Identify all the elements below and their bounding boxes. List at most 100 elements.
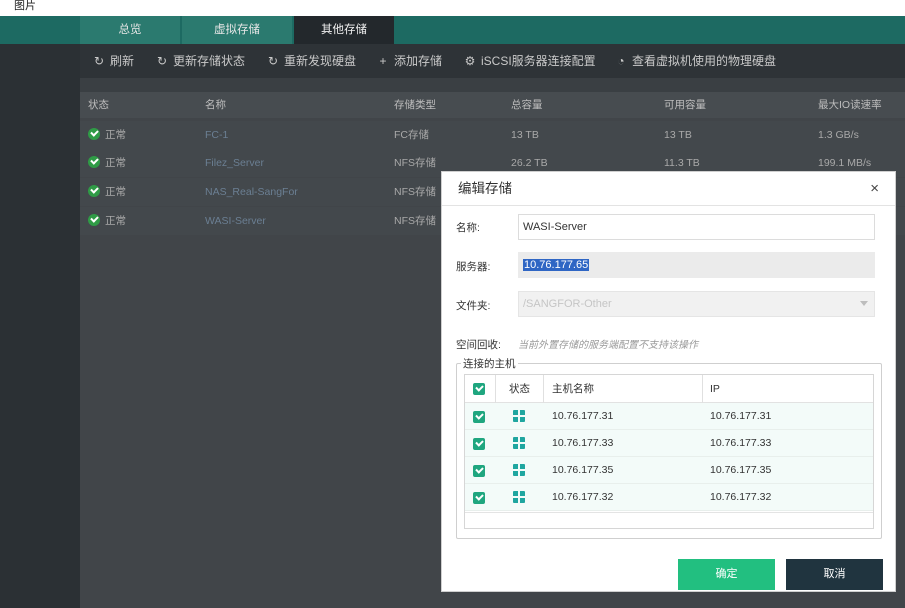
gear-icon: ⚙ — [464, 54, 476, 68]
host-ip: 10.76.177.35 — [710, 464, 772, 476]
confirm-button[interactable]: 确定 — [678, 559, 775, 590]
host-name: 10.76.177.31 — [552, 410, 614, 422]
status-text: 正常 — [105, 157, 126, 169]
host-ip: 10.76.177.33 — [710, 437, 772, 449]
tab-virtual-storage[interactable]: 虚拟存储 — [182, 16, 292, 44]
refresh-button[interactable]: ↻ 刷新 — [92, 44, 134, 78]
toolbar: ↻ 刷新 ↻ 更新存储状态 ↻ 重新发现硬盘 + 添加存储 ⚙ iSCSI服务器连接配置 … — [80, 44, 905, 78]
rediscover-disks-button[interactable]: ↻ 重新发现硬盘 — [266, 44, 356, 78]
storage-grid-header: 状态 名称 存储类型 总容量 可用容量 最大IO读速率 — [80, 92, 905, 118]
server-label: 服务器: — [456, 261, 491, 273]
view-physical-disks-label: 查看虚拟机使用的物理硬盘 — [632, 54, 777, 68]
hosts-table: 状态 主机名称 IP 10.76.177.31 10.76.177.31 10.… — [464, 374, 874, 529]
edit-storage-dialog: 编辑存储 × 名称: 服务器: 10.76.177.65 文件夹: /SANGF… — [441, 171, 896, 592]
col-available[interactable]: 可用容量 — [664, 92, 706, 118]
host-name: 10.76.177.33 — [552, 437, 614, 449]
host-ip: 10.76.177.31 — [710, 410, 772, 422]
column-divider — [702, 375, 703, 403]
select-all-checkbox[interactable] — [473, 383, 485, 395]
host-checkbox[interactable] — [473, 411, 485, 423]
name-cell[interactable]: NAS_Real-SangFor — [205, 178, 298, 206]
tab-strip: 总览 虚拟存储 其他存储 — [0, 16, 905, 44]
server-value: 10.76.177.65 — [523, 259, 590, 271]
name-cell[interactable]: FC-1 — [205, 121, 228, 149]
dialog-title: 编辑存储 — [458, 181, 512, 196]
col-total[interactable]: 总容量 — [511, 92, 543, 118]
cancel-button[interactable]: 取消 — [786, 559, 883, 590]
col-max-io[interactable]: 最大IO读速率 — [818, 92, 882, 118]
tab-other-storage[interactable]: 其他存储 — [294, 16, 394, 44]
add-storage-label: 添加存储 — [394, 54, 443, 68]
host-row[interactable]: 10.76.177.33 10.76.177.33 — [465, 430, 873, 457]
col-name[interactable]: 名称 — [205, 92, 226, 118]
horizontal-scrollbar[interactable] — [465, 512, 873, 528]
tab-overview[interactable]: 总览 — [80, 16, 180, 44]
type-cell: NFS存储 — [394, 215, 436, 227]
host-row[interactable]: 10.76.177.35 10.76.177.35 — [465, 457, 873, 484]
close-icon[interactable]: × — [870, 172, 879, 206]
chevron-down-icon — [860, 301, 868, 306]
refresh-icon: ↻ — [267, 54, 279, 68]
name-input[interactable] — [518, 214, 875, 240]
column-divider — [543, 375, 544, 403]
rediscover-disks-label: 重新发现硬盘 — [284, 54, 357, 68]
reclaim-hint: 当前外置存储的服务端配置不支持该操作 — [518, 340, 698, 351]
name-cell[interactable]: WASI-Server — [205, 207, 266, 235]
folder-value: /SANGFOR-Other — [523, 298, 612, 310]
dialog-header: 编辑存储 × — [442, 172, 895, 206]
type-cell: NFS存储 — [394, 157, 436, 169]
add-storage-button[interactable]: + 添加存储 — [376, 44, 442, 78]
name-cell[interactable]: Filez_Server — [205, 149, 264, 177]
host-checkbox[interactable] — [473, 492, 485, 504]
refresh-icon: ↻ — [93, 54, 105, 68]
host-server-icon — [513, 491, 525, 503]
folder-select[interactable]: /SANGFOR-Other — [518, 291, 875, 317]
host-name: 10.76.177.35 — [552, 464, 614, 476]
table-row[interactable]: 正常 FC-1 FC存储 13 TB 13 TB 1.3 GB/s — [80, 121, 905, 149]
status-cell: 正常 — [88, 178, 126, 206]
host-name: 10.76.177.32 — [552, 491, 614, 503]
status-text: 正常 — [105, 129, 126, 141]
host-row[interactable]: 10.76.177.32 10.76.177.32 — [465, 484, 873, 511]
status-text: 正常 — [105, 215, 126, 227]
status-cell: 正常 — [88, 149, 126, 177]
iscsi-config-label: iSCSI服务器连接配置 — [481, 54, 596, 68]
type-cell: FC存储 — [394, 129, 429, 141]
status-cell: 正常 — [88, 121, 126, 149]
col-host-ip: IP — [710, 383, 720, 395]
refresh-label: 刷新 — [110, 54, 135, 68]
window-caption-bar: 图片 — [0, 0, 905, 16]
type-cell: NFS存储 — [394, 186, 436, 198]
hosts-table-header: 状态 主机名称 IP — [465, 375, 873, 403]
host-checkbox[interactable] — [473, 438, 485, 450]
max-io-cell: 1.3 GB/s — [818, 129, 859, 141]
reclaim-label: 空间回收: — [456, 339, 501, 351]
available-cell: 13 TB — [664, 129, 692, 141]
col-type[interactable]: 存储类型 — [394, 92, 436, 118]
col-status[interactable]: 状态 — [88, 92, 109, 118]
status-text: 正常 — [105, 186, 126, 198]
folder-label: 文件夹: — [456, 300, 491, 312]
col-host-name: 主机名称 — [552, 383, 594, 395]
total-cell: 13 TB — [511, 129, 539, 141]
update-storage-status-label: 更新存储状态 — [173, 54, 246, 68]
connected-hosts-group: 连接的主机 状态 主机名称 IP 10.76.177.31 10.76.177.… — [456, 356, 882, 539]
check-circle-icon — [88, 128, 100, 141]
name-label: 名称: — [456, 222, 480, 234]
view-physical-disks-button[interactable]: ◔ 查看虚拟机使用的物理硬盘 — [614, 44, 776, 78]
update-storage-status-button[interactable]: ↻ 更新存储状态 — [155, 44, 245, 78]
host-server-icon — [513, 437, 525, 449]
refresh-icon: ↻ — [156, 54, 168, 68]
iscsi-config-button[interactable]: ⚙ iSCSI服务器连接配置 — [463, 44, 596, 78]
pie-chart-icon: ◔ — [617, 54, 625, 68]
server-field[interactable]: 10.76.177.65 — [518, 252, 875, 278]
host-row[interactable]: 10.76.177.31 10.76.177.31 — [465, 403, 873, 430]
check-circle-icon — [88, 156, 100, 169]
check-circle-icon — [88, 214, 100, 227]
host-checkbox[interactable] — [473, 465, 485, 477]
host-server-icon — [513, 464, 525, 476]
left-rail — [0, 44, 80, 608]
plus-icon: + — [379, 54, 387, 68]
check-circle-icon — [88, 185, 100, 198]
connected-hosts-legend: 连接的主机 — [461, 356, 518, 371]
